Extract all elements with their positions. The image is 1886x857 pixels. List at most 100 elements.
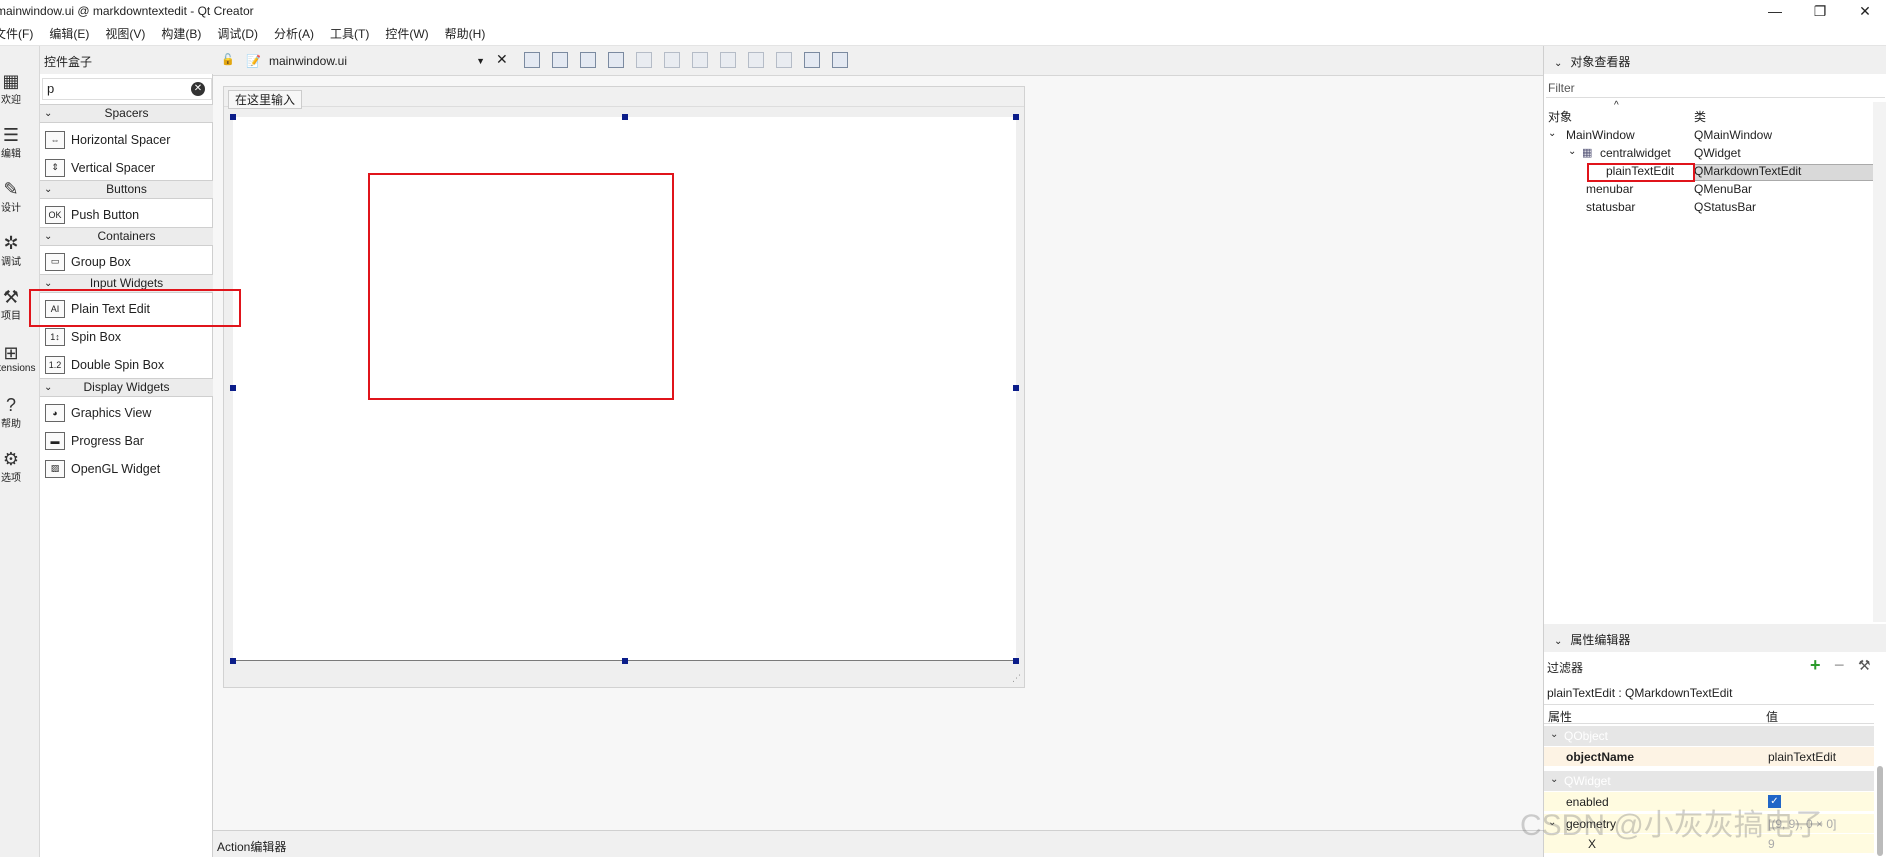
chevron-down-icon: ⌄: [1548, 128, 1557, 139]
mode-debug[interactable]: ✲ 调试: [0, 224, 40, 276]
section-qwidget[interactable]: ⌄ QWidget: [1544, 771, 1874, 791]
break-layout-icon[interactable]: [804, 52, 820, 68]
widget-spin-box[interactable]: 1↕ Spin Box: [40, 323, 213, 350]
watermark: CSDN @小灰灰搞电子: [1520, 809, 1824, 842]
category-buttons[interactable]: ⌄ Buttons: [40, 180, 213, 199]
selection-handle[interactable]: [622, 658, 628, 664]
sort-indicator-icon: ^: [1614, 100, 1619, 111]
gear-icon: ⚙: [2, 448, 20, 469]
selection-handle[interactable]: [230, 114, 236, 120]
col-class[interactable]: 类: [1694, 108, 1706, 125]
col-object[interactable]: 对象: [1548, 108, 1572, 125]
adjust-size-icon[interactable]: [832, 52, 848, 68]
annotation-box: [29, 289, 241, 327]
layout-horizontal-icon[interactable]: [636, 52, 652, 68]
chevron-down-icon: ⌄: [44, 184, 53, 195]
object-filter-input[interactable]: Filter: [1546, 78, 1885, 98]
lock-icon: 🔓: [221, 54, 235, 66]
maximize-button[interactable]: ❐: [1797, 0, 1843, 22]
tree-row[interactable]: menubar QMenuBar: [1544, 180, 1874, 198]
add-property-icon[interactable]: +: [1810, 655, 1821, 676]
tree-row[interactable]: statusbar QStatusBar: [1544, 198, 1874, 216]
push-button-icon: OK: [45, 205, 65, 224]
menu-debug[interactable]: 调试(D): [209, 25, 266, 42]
spin-box-icon: 1↕: [45, 327, 65, 346]
widget-filter-input[interactable]: p: [42, 78, 212, 100]
tree-row[interactable]: ⌄ MainWindow QMainWindow: [1544, 126, 1874, 144]
widget-opengl-widget[interactable]: ▨ OpenGL Widget: [40, 455, 213, 482]
section-qobject[interactable]: ⌄ QObject: [1544, 726, 1874, 746]
menu-view[interactable]: 视图(V): [97, 25, 153, 42]
wrench-icon: ⚒: [2, 286, 20, 307]
grid-icon: ▦: [2, 70, 20, 91]
tree-row[interactable]: ⌄ ▦ centralwidget QWidget: [1544, 144, 1874, 162]
edit-signals-slots-icon[interactable]: [552, 52, 568, 68]
minimize-button[interactable]: —: [1752, 0, 1798, 22]
widget-push-button[interactable]: OK Push Button: [40, 201, 213, 228]
chevron-down-icon: ⌄: [44, 108, 53, 119]
layout-grid-icon[interactable]: [776, 52, 792, 68]
horizontal-spacer-icon: ⇔: [45, 130, 65, 149]
vertical-spacer-icon: ⇕: [45, 158, 65, 177]
widget-graphics-view[interactable]: ◕ Graphics View: [40, 399, 213, 426]
selection-handle[interactable]: [230, 385, 236, 391]
object-inspector-header: 对象 ^ 类: [1544, 100, 1874, 125]
clear-filter-icon[interactable]: ✕: [191, 82, 205, 96]
close-document-icon[interactable]: ✕: [496, 51, 508, 68]
mode-design[interactable]: ✎ 设计: [0, 170, 40, 222]
extensions-icon: ⊞: [3, 342, 19, 363]
property-row-objectname[interactable]: objectName plainTextEdit: [1544, 747, 1874, 766]
widget-box-title: 控件盒子: [40, 46, 213, 74]
chevron-down-icon: ⌄: [44, 231, 53, 242]
form-menubar[interactable]: 在这里输入: [224, 87, 1024, 109]
type-here-placeholder[interactable]: 在这里输入: [228, 90, 303, 109]
resize-grip-icon[interactable]: ⋰: [1012, 673, 1021, 684]
chevron-down-icon: ⌄: [1554, 636, 1563, 647]
property-scrollbar[interactable]: [1877, 766, 1883, 856]
action-editor-tab[interactable]: Action编辑器: [213, 830, 1543, 857]
menu-tools[interactable]: 工具(T): [322, 25, 377, 42]
col-property[interactable]: 属性: [1548, 708, 1572, 725]
edit-widgets-icon[interactable]: [524, 52, 540, 68]
mode-options[interactable]: ⚙ 选项: [0, 440, 40, 492]
menu-controls[interactable]: 控件(W): [377, 25, 436, 42]
edit-buddies-icon[interactable]: [580, 52, 596, 68]
progress-bar-icon: ▬: [45, 431, 65, 450]
layout-form-icon[interactable]: [748, 52, 764, 68]
menu-edit[interactable]: 编辑(E): [41, 25, 97, 42]
selection-handle[interactable]: [1013, 385, 1019, 391]
menu-file[interactable]: 文件(F): [0, 25, 41, 42]
widget-progress-bar[interactable]: ▬ Progress Bar: [40, 427, 213, 454]
object-inspector-scrollbar[interactable]: [1873, 102, 1886, 622]
mode-edit[interactable]: ☰ 编辑: [0, 116, 40, 168]
mode-help[interactable]: ? 帮助: [0, 386, 40, 438]
menu-help[interactable]: 帮助(H): [437, 25, 494, 42]
layout-horizontal-splitter-icon[interactable]: [692, 52, 708, 68]
widget-vertical-spacer[interactable]: ⇕ Vertical Spacer: [40, 154, 213, 181]
category-containers[interactable]: ⌄ Containers: [40, 227, 213, 246]
menu-build[interactable]: 构建(B): [153, 25, 209, 42]
col-value[interactable]: 值: [1766, 708, 1778, 725]
edit-tab-order-icon[interactable]: [608, 52, 624, 68]
layout-vertical-splitter-icon[interactable]: [720, 52, 736, 68]
configure-icon[interactable]: ⚒: [1858, 657, 1871, 674]
title-bar: mainwindow.ui @ markdowntextedit - Qt Cr…: [0, 0, 1886, 22]
category-display-widgets[interactable]: ⌄ Display Widgets: [40, 378, 213, 397]
mode-welcome[interactable]: ▦ 欢迎: [0, 62, 40, 114]
category-spacers[interactable]: ⌄ Spacers: [40, 104, 213, 123]
mode-extensions[interactable]: ⊞Extensions: [0, 332, 40, 384]
remove-property-icon[interactable]: −: [1834, 655, 1845, 676]
selection-handle[interactable]: [622, 114, 628, 120]
widget-group-box[interactable]: ▭ Group Box: [40, 248, 213, 275]
widget-double-spin-box[interactable]: 1.2 Double Spin Box: [40, 351, 213, 378]
selection-handle[interactable]: [1013, 114, 1019, 120]
widget-horizontal-spacer[interactable]: ⇔ Horizontal Spacer: [40, 126, 213, 153]
help-icon: ?: [5, 394, 16, 415]
menu-analyze[interactable]: 分析(A): [266, 25, 322, 42]
property-filter-bar: 过滤器 + − ⚒: [1544, 654, 1886, 680]
close-button[interactable]: ✕: [1842, 0, 1886, 22]
selection-handle[interactable]: [1013, 658, 1019, 664]
layout-vertical-icon[interactable]: [664, 52, 680, 68]
selection-handle[interactable]: [230, 658, 236, 664]
file-selector[interactable]: 📝 mainwindow.ui ▼: [246, 51, 489, 71]
